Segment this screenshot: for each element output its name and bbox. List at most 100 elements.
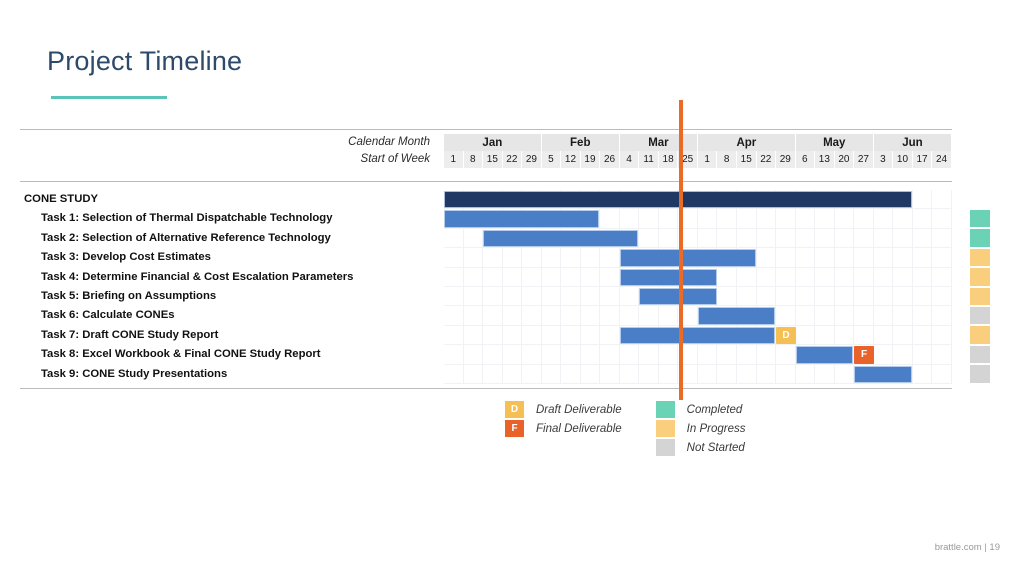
task-row-label[interactable]: Task 5: Briefing on Assumptions [24, 287, 444, 306]
gantt-bar[interactable] [444, 210, 600, 228]
gantt-cell [893, 228, 913, 249]
gantt-cell [815, 267, 835, 287]
legend-label: Not Started [686, 441, 745, 454]
task-row-label-summary[interactable]: CONE STUDY [24, 190, 444, 209]
task-row-label[interactable]: Task 9: CONE Study Presentations [24, 365, 444, 384]
gantt-cell [619, 306, 640, 326]
gantt-cell [854, 306, 874, 326]
gantt-cell [932, 190, 952, 210]
draft-deliverable-marker[interactable]: D [776, 326, 796, 345]
gantt-bar-summary[interactable] [444, 191, 912, 209]
gantt-cell [873, 345, 894, 365]
gantt-cell [854, 325, 874, 346]
gantt-cell [893, 306, 913, 326]
gantt-bar[interactable] [619, 268, 717, 286]
gantt-cell [502, 306, 523, 326]
gantt-cell [912, 190, 933, 210]
gantt-cell [658, 306, 679, 326]
gantt-cell [893, 325, 913, 346]
gantt-cell [619, 345, 640, 365]
gantt-cell [834, 325, 855, 346]
final-deliverable-marker[interactable]: F [854, 346, 874, 364]
task-row-label[interactable]: Task 8: Excel Workbook & Final CONE Stud… [24, 345, 444, 364]
gantt-cell [736, 228, 757, 249]
gantt-cell [873, 209, 894, 229]
gantt-cell [580, 306, 601, 326]
today-marker-line [679, 100, 683, 400]
gantt-cell [776, 306, 796, 326]
gantt-cell [444, 267, 464, 287]
week-cell: 29 [522, 151, 542, 168]
week-cell: 22 [756, 151, 777, 168]
gantt-cell [795, 209, 816, 229]
gantt-cell [463, 345, 484, 365]
legend-label: Completed [686, 403, 743, 416]
gantt-cell [717, 209, 737, 229]
gantt-bar[interactable] [854, 365, 912, 383]
gantt-cell [932, 364, 952, 384]
task-row-label[interactable]: Task 1: Selection of Thermal Dispatchabl… [24, 209, 444, 228]
gantt-cell [854, 209, 874, 229]
task-row-label[interactable]: Task 4: Determine Financial & Cost Escal… [24, 268, 444, 287]
gantt-cell [483, 364, 503, 384]
task-row-label[interactable]: Task 7: Draft CONE Study Report [24, 326, 444, 345]
status-badge [969, 247, 991, 268]
gantt-cell [736, 286, 757, 307]
gantt-cell [561, 267, 581, 287]
gantt-cell [619, 286, 640, 307]
gantt-cell [932, 267, 952, 287]
gantt-cell [541, 364, 562, 384]
gantt-cell [502, 248, 523, 268]
task-name-column: CONE STUDY Task 1: Selection of Thermal D… [24, 190, 444, 384]
gantt-cell [834, 306, 855, 326]
gantt-cell [795, 364, 816, 384]
header-rule-top [20, 129, 952, 130]
task-row-label[interactable]: Task 3: Develop Cost Estimates [24, 248, 444, 267]
gantt-cell [444, 228, 464, 249]
gantt-cell [912, 325, 933, 346]
gantt-bar[interactable] [483, 229, 639, 248]
gantt-cell [483, 248, 503, 268]
gantt-cell [483, 286, 503, 307]
gantt-cell [912, 209, 933, 229]
month-cell-jan: Jan [444, 134, 542, 151]
gantt-cell [932, 306, 952, 326]
gantt-cell [834, 228, 855, 249]
gantt-cell [776, 286, 796, 307]
gantt-bar[interactable] [795, 346, 854, 364]
gantt-bar[interactable] [619, 326, 776, 345]
legend-statuses: Completed In Progress Not Started [655, 400, 745, 457]
month-cell-mar: Mar [620, 134, 698, 151]
gantt-cell [932, 209, 952, 229]
week-cell: 19 [580, 151, 601, 168]
gantt-cell [463, 248, 484, 268]
gantt-cell [444, 345, 464, 365]
gantt-cell [795, 267, 816, 287]
week-cell: 17 [912, 151, 933, 168]
week-cell: 24 [932, 151, 952, 168]
gantt-bar[interactable] [639, 287, 717, 306]
gantt-cell [541, 306, 562, 326]
gantt-cell [736, 267, 757, 287]
gantt-cell [580, 325, 601, 346]
gantt-cell [658, 364, 679, 384]
gantt-cell [776, 267, 796, 287]
month-header-row: Jan Feb Mar Apr May Jun [444, 134, 952, 151]
gantt-cell [444, 248, 464, 268]
gantt-cell [561, 364, 581, 384]
task-row-label[interactable]: Task 6: Calculate CONEs [24, 306, 444, 325]
gantt-cell [815, 228, 835, 249]
month-cell-jun: Jun [874, 134, 952, 151]
gantt-bar[interactable] [698, 307, 776, 325]
gantt-row: F [444, 345, 952, 365]
task-row-label[interactable]: Task 2: Selection of Alternative Referen… [24, 229, 444, 248]
gantt-bar[interactable] [619, 249, 756, 267]
calendar-row-labels: Calendar Month Start of Week [20, 134, 444, 168]
gantt-cell [854, 286, 874, 307]
gantt-cell [912, 286, 933, 307]
legend-item: In Progress [655, 419, 745, 438]
gantt-cell [756, 286, 777, 307]
gantt-cell [444, 286, 464, 307]
gantt-cell [697, 364, 718, 384]
gantt-cell [873, 228, 894, 249]
